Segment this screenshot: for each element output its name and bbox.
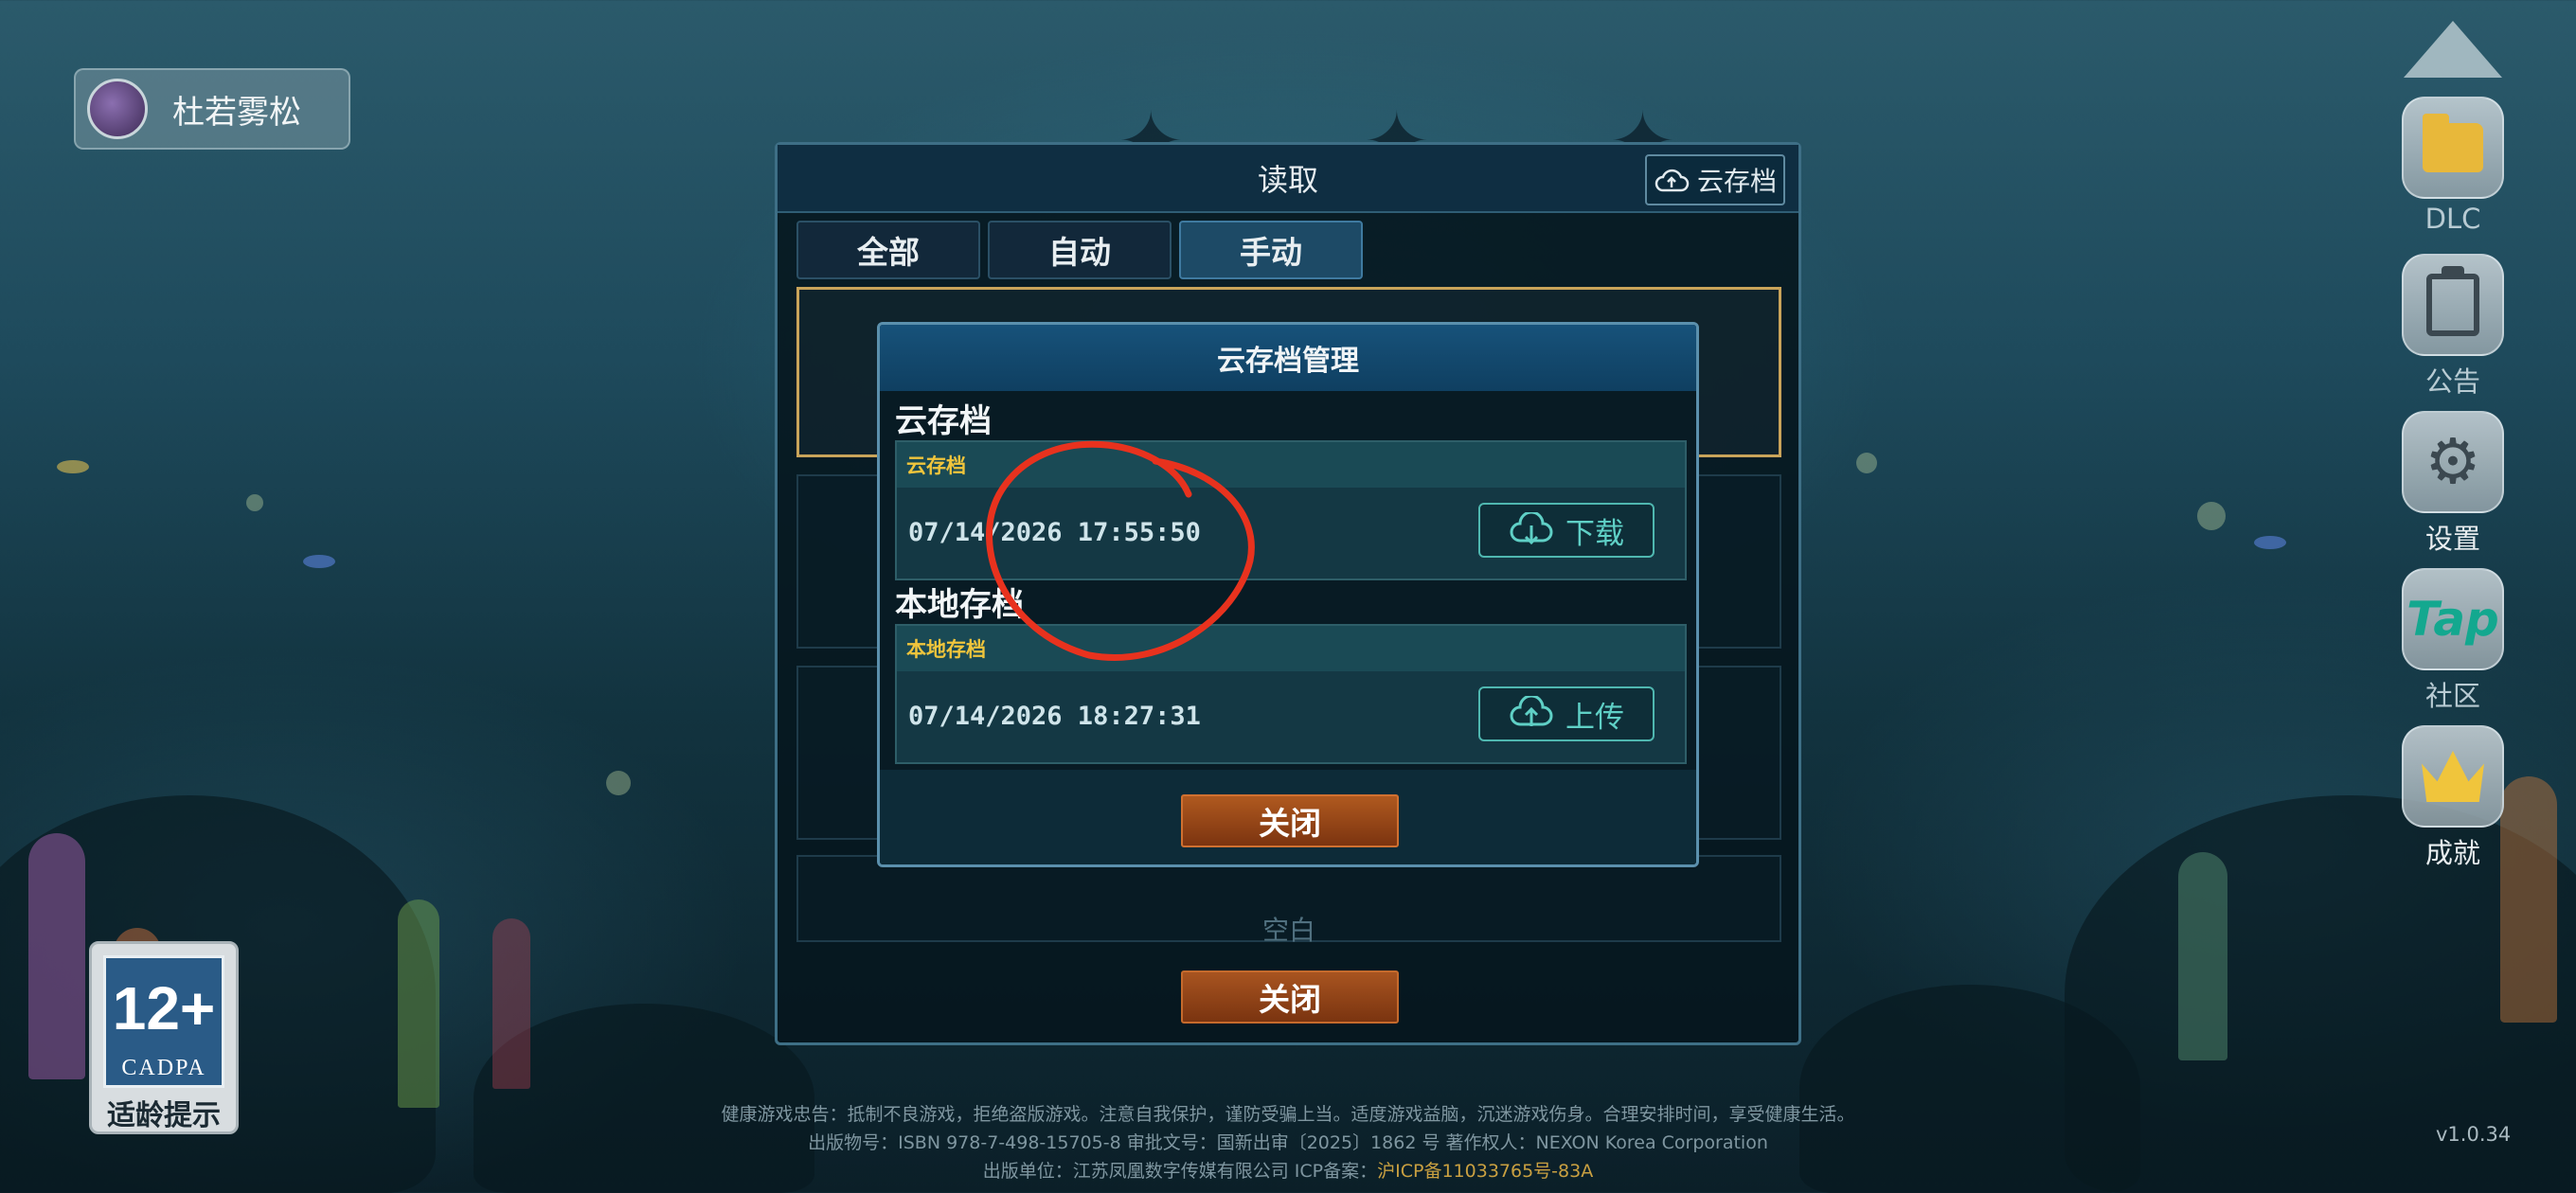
side-menu: DLC 公告 ⚙ 设置 Tap 社区 成就 — [2396, 9, 2510, 869]
taptap-logo-icon: Tap — [2406, 592, 2499, 647]
menu-label-dlc: DLC — [2424, 203, 2481, 235]
cloud-save-card: 云存档 07/14/2026 17:55:50 下载 — [895, 440, 1687, 580]
menu-item-community[interactable]: Tap 社区 — [2396, 568, 2510, 714]
clipboard-icon — [2426, 266, 2479, 336]
age-rating-number: 12+ — [112, 974, 216, 1042]
cloud-section-title: 云存档 — [895, 402, 992, 440]
menu-label-notice: 公告 — [2424, 365, 2480, 398]
cloud-save-timestamp: 07/14/2026 17:55:50 — [908, 518, 1201, 547]
footer-health-notice: 健康游戏忠告：抵制不良游戏，拒绝盗版游戏。注意自我保护，谨防受骗上当。适度游戏益… — [721, 1104, 1855, 1125]
cloud-save-button-label: 云存档 — [1696, 166, 1777, 197]
profile-chip[interactable]: 杜若雾松 — [74, 68, 350, 150]
crown-icon — [2422, 751, 2484, 802]
profile-name: 杜若雾松 — [172, 93, 301, 132]
footer-icp-link[interactable]: 沪ICP备11033765号-83A — [1377, 1161, 1593, 1182]
menu-item-dlc[interactable]: DLC — [2396, 97, 2510, 235]
cloud-card-label: 云存档 — [897, 442, 1685, 488]
tab-auto[interactable]: 自动 — [988, 221, 1172, 279]
folder-icon — [2423, 114, 2483, 172]
download-button-label: 下载 — [1565, 516, 1624, 551]
download-button[interactable]: 下载 — [1478, 503, 1655, 558]
menu-item-settings[interactable]: ⚙ 设置 — [2396, 411, 2510, 557]
upload-button-label: 上传 — [1565, 700, 1624, 735]
cloud-upload-icon — [1655, 169, 1690, 192]
menu-label-achievements: 成就 — [2424, 837, 2480, 869]
local-section-title: 本地存档 — [895, 586, 1024, 624]
version-label: v1.0.34 — [2436, 1123, 2512, 1146]
footer-publication-info: 出版物号：ISBN 978-7-498-15705-8 审批文号：国新出审〔20… — [808, 1132, 1768, 1153]
load-window-header: 读取 云存档 — [778, 145, 1798, 213]
footer-publisher-line: 出版单位：江苏凤凰数字传媒有限公司 ICP备案：沪ICP备11033765号-8… — [0, 1157, 2576, 1185]
cloud-save-button[interactable]: 云存档 — [1645, 154, 1785, 205]
legal-footer: 健康游戏忠告：抵制不良游戏，拒绝盗版游戏。注意自我保护，谨防受骗上当。适度游戏益… — [0, 1100, 2576, 1185]
cloud-dialog-title: 云存档管理 — [880, 325, 1696, 391]
collapse-arrow-icon[interactable] — [2404, 21, 2502, 78]
footer-publisher: 出版单位：江苏凤凰数字传媒有限公司 ICP备案： — [982, 1161, 1378, 1182]
cloud-dialog-close-button[interactable]: 关闭 — [1181, 794, 1399, 847]
tab-all[interactable]: 全部 — [796, 221, 980, 279]
local-save-card: 本地存档 07/14/2026 18:27:31 上传 — [895, 624, 1687, 764]
age-rating-org: CADPA — [121, 1056, 206, 1080]
avatar — [87, 79, 148, 139]
load-tabs: 全部 自动 手动 — [796, 221, 1363, 279]
empty-slot-label: 空白 — [1261, 915, 1315, 946]
menu-label-community: 社区 — [2424, 680, 2480, 712]
cloud-download-icon — [1510, 512, 1553, 545]
local-save-timestamp: 07/14/2026 18:27:31 — [908, 702, 1201, 731]
cloud-save-dialog: 云存档管理 云存档 云存档 07/14/2026 17:55:50 下载 本地存… — [877, 322, 1699, 867]
menu-label-settings: 设置 — [2424, 523, 2480, 555]
gear-icon: ⚙ — [2424, 425, 2481, 498]
menu-item-achievements[interactable]: 成就 — [2396, 725, 2510, 871]
load-close-button[interactable]: 关闭 — [1181, 970, 1399, 1024]
save-slot[interactable]: 空白 — [796, 855, 1781, 946]
load-window-title: 读取 — [1257, 162, 1318, 198]
upload-button[interactable]: 上传 — [1478, 686, 1655, 741]
tab-manual[interactable]: 手动 — [1179, 221, 1363, 279]
menu-item-notice[interactable]: 公告 — [2396, 254, 2510, 400]
local-card-label: 本地存档 — [897, 626, 1685, 671]
cloud-upload-icon — [1510, 696, 1553, 726]
